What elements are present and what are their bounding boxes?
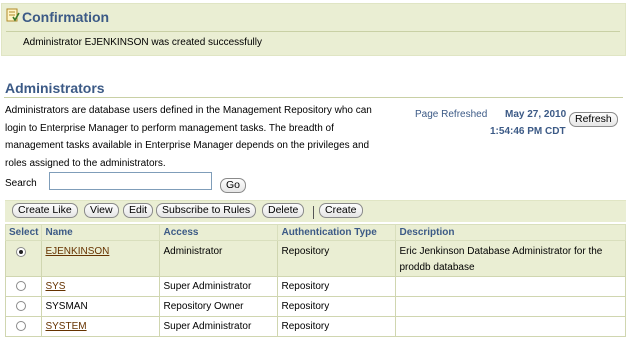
description-cell — [395, 276, 626, 297]
access-cell: Super Administrator — [159, 316, 279, 337]
auth-type-cell: Repository — [277, 240, 397, 277]
go-button[interactable]: Go — [220, 178, 247, 193]
column-header-name[interactable]: Name — [41, 224, 161, 241]
auth-type-cell: Repository — [277, 316, 397, 337]
create-button[interactable]: Create — [319, 203, 363, 218]
admin-name-link[interactable]: SYS — [45, 281, 65, 292]
create-like-button[interactable]: Create Like — [12, 203, 78, 218]
confirmation-message: Administrator EJENKINSON was created suc… — [23, 37, 262, 48]
table-header-row: Select Name Access Authentication Type D… — [4, 224, 626, 241]
view-button[interactable]: View — [84, 203, 119, 218]
page-refreshed-date: May 27, 2010 — [505, 109, 567, 120]
section-divider — [4, 97, 623, 98]
table-row: EJENKINSON Administrator Repository Eric… — [4, 240, 626, 277]
select-radio[interactable] — [16, 301, 26, 311]
confirmation-panel: Confirmation Administrator EJENKINSON wa… — [1, 3, 626, 56]
toolbar-separator — [313, 206, 314, 219]
page-refreshed-label: Page Refreshed — [415, 109, 488, 120]
admin-name-link[interactable]: SYSTEM — [45, 321, 86, 332]
administrators-table: Select Name Access Authentication Type D… — [4, 224, 626, 337]
page-refreshed-time: 1:54:46 PM CDT — [490, 126, 566, 137]
edit-button[interactable]: Edit — [123, 203, 154, 218]
select-radio[interactable] — [16, 281, 26, 291]
auth-type-cell: Repository — [277, 276, 397, 297]
admin-name-link[interactable]: EJENKINSON — [45, 246, 109, 257]
search-label: Search — [5, 178, 37, 189]
table-row: SYSTEM Super Administrator Repository — [4, 316, 626, 337]
section-description: Administrators are database users define… — [5, 105, 372, 169]
admin-name-text: SYSMAN — [41, 296, 161, 317]
access-cell: Repository Owner — [159, 296, 279, 317]
delete-button[interactable]: Delete — [262, 203, 305, 218]
column-header-access[interactable]: Access — [159, 224, 279, 241]
search-input[interactable] — [49, 172, 212, 190]
table-row: SYSMAN Repository Owner Repository — [4, 296, 626, 317]
column-header-authentication-type[interactable]: Authentication Type — [277, 224, 397, 241]
select-radio[interactable] — [16, 321, 26, 331]
confirmation-title: Confirmation — [22, 9, 110, 25]
select-radio[interactable] — [16, 247, 26, 257]
table-row: SYS Super Administrator Repository — [4, 276, 626, 297]
description-cell — [395, 296, 626, 317]
access-cell: Administrator — [159, 240, 279, 277]
description-cell — [395, 316, 626, 337]
confirmation-divider — [6, 31, 620, 32]
subscribe-to-rules-button[interactable]: Subscribe to Rules — [156, 203, 257, 218]
confirmation-icon — [6, 8, 20, 22]
refresh-button[interactable]: Refresh — [569, 112, 618, 127]
access-cell: Super Administrator — [159, 276, 279, 297]
auth-type-cell: Repository — [277, 296, 397, 317]
column-header-description: Description — [395, 224, 626, 241]
page-title: Administrators — [5, 80, 105, 96]
description-cell: Eric Jenkinson Database Administrator fo… — [395, 240, 626, 277]
column-header-select: Select — [4, 224, 43, 241]
